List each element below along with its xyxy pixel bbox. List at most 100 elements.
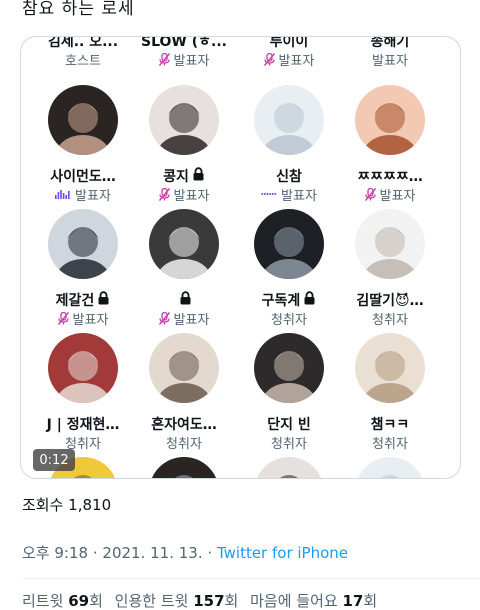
participant-name-line: 루이이 bbox=[269, 36, 309, 50]
participant-role-line: 청취자 bbox=[271, 309, 307, 328]
participant-avatar[interactable] bbox=[149, 457, 219, 478]
participant-tile[interactable]: 단지 빈 청취자 bbox=[239, 333, 339, 452]
likes-unit: 회 bbox=[363, 592, 378, 610]
quotes-link[interactable]: 인용한 트윗 157회 bbox=[115, 592, 239, 610]
participant-name-line: 신참 bbox=[276, 166, 302, 185]
participant-name-line: 단지 빈 bbox=[267, 414, 311, 433]
speaking-dots-icon bbox=[261, 191, 277, 197]
participant-role-line: 청취자 bbox=[372, 309, 408, 328]
tweet-date: 2021. 11. 13. bbox=[102, 544, 203, 562]
participant-avatar[interactable] bbox=[254, 457, 324, 478]
participant-role-line: 발표자 bbox=[372, 50, 408, 69]
retweets-unit: 회 bbox=[89, 592, 103, 610]
participant-tile[interactable]: ㅉㅉㅉㅉ… 발표자 bbox=[340, 85, 440, 204]
participant-tile[interactable]: 김세.. 오... 호스트 bbox=[33, 36, 133, 69]
participant-avatar[interactable] bbox=[355, 457, 425, 478]
mic-off-icon bbox=[158, 52, 170, 66]
participant-tile[interactable]: 제갈건발표자 bbox=[33, 209, 133, 328]
lock-icon bbox=[97, 290, 110, 309]
participant-avatar[interactable] bbox=[149, 209, 219, 279]
participant-role-line: 발표자 bbox=[158, 50, 210, 69]
participant-avatar[interactable] bbox=[355, 209, 425, 279]
participant-tile[interactable]: 콩지발표자 bbox=[134, 85, 234, 204]
participant-name: SLOW (ㅎ... bbox=[141, 36, 227, 50]
participant-avatar[interactable] bbox=[254, 209, 324, 279]
participant-tile[interactable]: 챔ㅋㅋ 청취자 bbox=[340, 333, 440, 452]
speaking-bars-icon bbox=[55, 189, 71, 199]
participant-tile[interactable] bbox=[340, 457, 440, 478]
participant-name: 단지 빈 bbox=[267, 416, 311, 433]
participant-tile[interactable]: SLOW (ㅎ... 발표자 bbox=[134, 36, 234, 69]
participant-name: 김딸기😈… bbox=[356, 292, 424, 309]
participant-name-line: SLOW (ㅎ... bbox=[141, 36, 227, 50]
participant-avatar[interactable] bbox=[48, 85, 118, 155]
participant-role-line: 호스트 bbox=[65, 50, 101, 69]
participant-role-line: 발표자 bbox=[158, 309, 209, 328]
participant-avatar[interactable] bbox=[254, 85, 324, 155]
participant-avatar[interactable] bbox=[48, 209, 118, 279]
participant-name-line: 챔ㅋㅋ bbox=[371, 414, 410, 433]
participant-role: 호스트 bbox=[65, 53, 101, 69]
participant-tile[interactable]: 루이이 발표자 bbox=[239, 36, 339, 69]
mic-off-icon bbox=[364, 187, 376, 201]
participant-name: 제갈건 bbox=[55, 292, 95, 309]
lock-icon bbox=[192, 166, 205, 185]
participant-avatar[interactable] bbox=[254, 333, 324, 403]
cut-off-header-text: 참요 하는 로세 bbox=[22, 0, 135, 19]
retweets-label: 리트윗 bbox=[22, 592, 64, 610]
participant-tile[interactable]: 구독계 청취자 bbox=[239, 209, 339, 328]
participant-tile[interactable]: 사이먼도… 발표자 bbox=[33, 85, 133, 204]
participant-role-line: 청취자 bbox=[271, 433, 307, 452]
participant-tile[interactable]: 혼자여도… 청취자 bbox=[134, 333, 234, 452]
participant-avatar[interactable] bbox=[355, 333, 425, 403]
participant-name-line: 콩지 bbox=[163, 166, 205, 185]
participant-tile[interactable] bbox=[239, 457, 339, 478]
participant-avatar[interactable] bbox=[149, 85, 219, 155]
participant-role: 발표자 bbox=[173, 188, 210, 204]
participant-role-line: 발표자 bbox=[261, 185, 317, 204]
participant-avatar[interactable] bbox=[149, 333, 219, 403]
participant-role-line: 청취자 bbox=[372, 433, 408, 452]
participant-role-line: 발표자 bbox=[57, 309, 109, 328]
participant-name: 송해기 bbox=[370, 36, 410, 50]
participant-tile[interactable] bbox=[134, 457, 234, 478]
participant-role-line: 발표자 bbox=[364, 185, 415, 204]
participant-name-line: 김세.. 오... bbox=[47, 36, 119, 50]
participant-role: 청취자 bbox=[372, 312, 408, 328]
participant-role: 청취자 bbox=[166, 436, 202, 452]
likes-link[interactable]: 마음에 들어요 17회 bbox=[250, 592, 377, 610]
participant-name: 김세.. 오... bbox=[47, 36, 119, 50]
tweet-source-link[interactable]: Twitter for iPhone bbox=[217, 544, 348, 562]
participant-avatar[interactable] bbox=[48, 333, 118, 403]
retweets-count: 69 bbox=[68, 592, 90, 610]
participant-name-line: J | 정재현… bbox=[47, 414, 120, 433]
retweets-link[interactable]: 리트윗 69회 bbox=[22, 592, 103, 610]
participant-tile[interactable]: 발표자 bbox=[134, 209, 234, 328]
participants-grid: 김세.. 오... 호스트 SLOW (ㅎ... 발표자 루이이 발표자 송해기 발표자 사이먼… bbox=[21, 37, 460, 478]
quotes-count: 157 bbox=[193, 592, 225, 610]
video-time-badge: 0:12 bbox=[33, 449, 75, 471]
participant-tile[interactable]: 김딸기😈… 청취자 bbox=[340, 209, 440, 328]
participant-role: 발표자 bbox=[75, 188, 111, 204]
participant-name-line: 사이먼도… bbox=[50, 166, 116, 185]
participant-name: ㅉㅉㅉㅉ… bbox=[357, 168, 423, 185]
likes-label: 마음에 들어요 bbox=[250, 592, 338, 610]
lock-icon bbox=[303, 290, 316, 309]
participant-avatar[interactable] bbox=[355, 85, 425, 155]
participant-name: 사이먼도… bbox=[50, 168, 116, 185]
participant-name: 루이이 bbox=[269, 36, 309, 50]
participant-name: 챔ㅋㅋ bbox=[370, 416, 410, 433]
lock-icon bbox=[179, 290, 192, 309]
participant-tile[interactable]: 송해기 발표자 bbox=[340, 36, 440, 69]
participant-role: 발표자 bbox=[173, 53, 210, 69]
participant-role-line: 발표자 bbox=[55, 185, 111, 204]
participant-role-line: 발표자 bbox=[158, 185, 210, 204]
quotes-unit: 회 bbox=[224, 592, 239, 610]
participant-tile[interactable]: J | 정재현… 청취자 bbox=[33, 333, 133, 452]
participant-name: 혼자여도… bbox=[151, 416, 217, 433]
mic-off-icon bbox=[263, 52, 275, 66]
participant-role-line: 발표자 bbox=[263, 50, 314, 69]
participant-tile[interactable]: 신참 발표자 bbox=[239, 85, 339, 204]
participant-role: 발표자 bbox=[72, 312, 109, 328]
spaces-participants-card[interactable]: 김세.. 오... 호스트 SLOW (ㅎ... 발표자 루이이 발표자 송해기 발표자 사이먼… bbox=[20, 36, 461, 479]
